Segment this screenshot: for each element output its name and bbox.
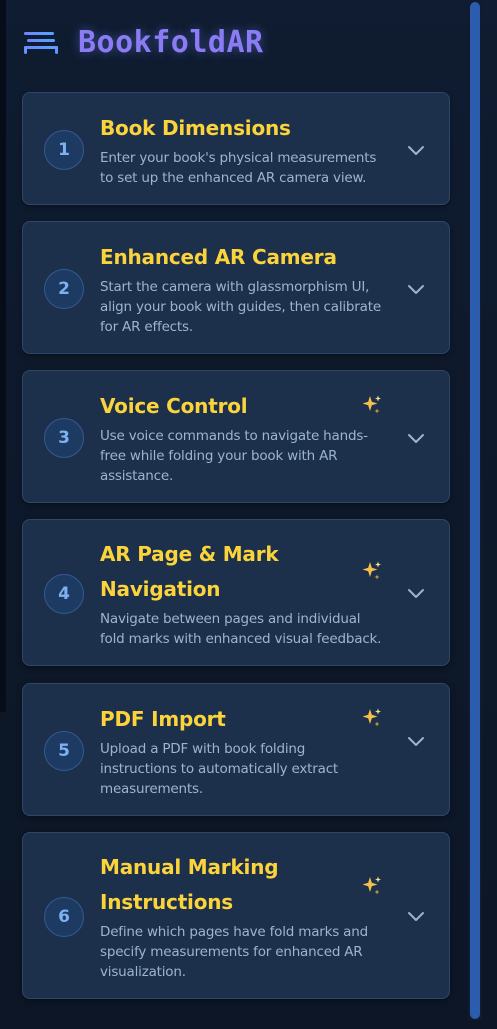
step-number-badge: 4 — [44, 574, 84, 614]
step-number-badge: 2 — [44, 269, 84, 309]
step-content: Voice Control Use voice commands to navi… — [100, 389, 390, 486]
step-content: AR Page & Mark Navigation Navigate betwee… — [100, 537, 390, 649]
step-description: Start the camera with glassmorphism UI, a… — [100, 279, 381, 335]
app-root: BookfoldAR 1 Book Dimensions Enter your … — [0, 0, 497, 1029]
step-title: Enhanced AR Camera — [100, 245, 337, 269]
step-number-badge: 1 — [44, 130, 84, 170]
sparkle-icon — [362, 561, 381, 580]
chevron-down-icon[interactable] — [407, 145, 425, 157]
step-card-manual-marking-instructions[interactable]: 6 Manual Marking Instructions Define whic… — [22, 832, 450, 999]
step-card-ar-page-mark-navigation[interactable]: 4 AR Page & Mark Navigation Navigate betw… — [22, 519, 450, 666]
app-header: BookfoldAR — [22, 22, 264, 62]
chevron-down-icon[interactable] — [407, 588, 425, 600]
step-card-book-dimensions[interactable]: 1 Book Dimensions Enter your book's phys… — [22, 92, 450, 205]
chevron-down-icon[interactable] — [407, 736, 425, 748]
step-content: Manual Marking Instructions Define which … — [100, 850, 390, 982]
chevron-down-icon[interactable] — [407, 911, 425, 923]
step-description: Use voice commands to navigate hands-fre… — [100, 428, 368, 484]
step-title: Manual Marking Instructions — [100, 855, 279, 914]
scrollbar-thumb[interactable] — [470, 2, 480, 1019]
step-title: AR Page & Mark Navigation — [100, 542, 279, 601]
left-edge-shadow — [0, 0, 6, 712]
step-card-pdf-import[interactable]: 5 PDF Import Upload a PDF with book fold… — [22, 683, 450, 816]
step-title: Voice Control — [100, 394, 248, 418]
step-card-voice-control[interactable]: 3 Voice Control Use voice commands to na… — [22, 370, 450, 503]
step-title: Book Dimensions — [100, 116, 291, 140]
step-number-badge: 6 — [44, 897, 84, 937]
step-card-enhanced-ar-camera[interactable]: 2 Enhanced AR Camera Start the camera wi… — [22, 221, 450, 354]
step-description: Enter your book's physical measurements t… — [100, 150, 377, 186]
step-title: PDF Import — [100, 707, 226, 731]
app-title: BookfoldAR — [78, 24, 264, 60]
step-content: PDF Import Upload a PDF with book foldin… — [100, 702, 390, 799]
step-content: Book Dimensions Enter your book's physic… — [100, 111, 390, 188]
step-number-badge: 5 — [44, 731, 84, 771]
sparkle-icon — [362, 395, 381, 414]
sparkle-icon — [362, 876, 381, 895]
step-content: Enhanced AR Camera Start the camera with… — [100, 240, 390, 337]
step-description: Upload a PDF with book folding instructio… — [100, 741, 339, 797]
sparkle-icon — [362, 708, 381, 727]
step-description: Navigate between pages and individual fol… — [100, 611, 382, 647]
step-number-badge: 3 — [44, 418, 84, 458]
step-description: Define which pages have fold marks and sp… — [100, 924, 368, 980]
chevron-down-icon[interactable] — [407, 433, 425, 445]
stacked-lines-logo-icon — [24, 32, 58, 54]
chevron-down-icon[interactable] — [407, 284, 425, 296]
